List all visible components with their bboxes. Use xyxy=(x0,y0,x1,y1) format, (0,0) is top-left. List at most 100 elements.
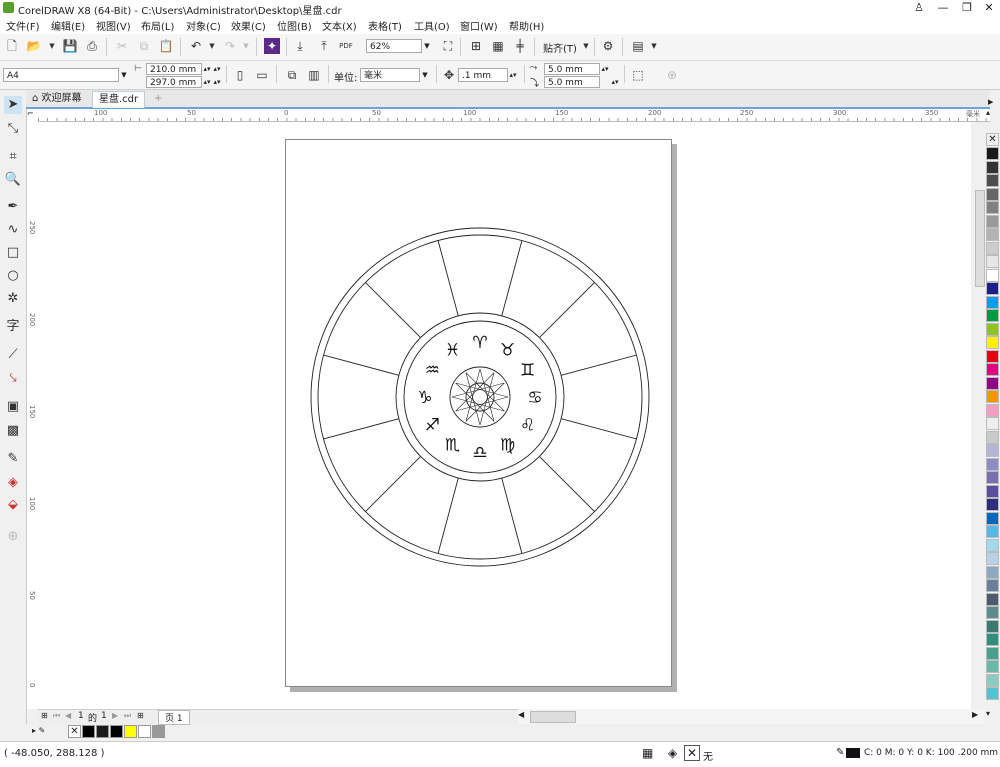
add-page-before-icon[interactable]: ⊞ xyxy=(41,711,48,720)
full-screen-icon[interactable]: ⛶ xyxy=(440,38,456,54)
tab-scroll-icon[interactable]: ▶ xyxy=(988,98,993,106)
palette-swatch[interactable] xyxy=(986,660,999,673)
height-spinner-2[interactable]: ▴▾ xyxy=(212,76,222,88)
add-page-after-icon[interactable]: ⊞ xyxy=(137,711,144,720)
show-rulers-icon[interactable]: ⊞ xyxy=(468,38,484,54)
rectangle-tool-icon[interactable]: □ xyxy=(4,244,22,262)
print-icon[interactable]: ⎙ xyxy=(84,38,100,54)
palette-swatch[interactable] xyxy=(986,538,999,552)
duplicate-y-spinner[interactable]: ▴▾ xyxy=(610,76,620,88)
menu-edit[interactable]: 编辑(E) xyxy=(51,18,85,33)
menu-bitmap[interactable]: 位图(B) xyxy=(277,18,312,33)
quick-customize-icon[interactable]: ⊕ xyxy=(4,528,22,546)
ellipse-tool-icon[interactable]: ○ xyxy=(4,267,22,285)
palette-swatch[interactable] xyxy=(986,579,999,592)
palette-swatch[interactable] xyxy=(986,565,999,579)
palette-swatch[interactable] xyxy=(986,592,999,606)
zoom-tool-icon[interactable]: 🔍 xyxy=(4,171,22,189)
freehand-tool-icon[interactable]: ✒ xyxy=(4,198,22,216)
minimize-button[interactable]: — xyxy=(932,0,954,16)
publish-pdf-icon[interactable]: PDF xyxy=(338,38,354,54)
doc-palette-swatch[interactable] xyxy=(138,725,151,738)
palette-swatch[interactable] xyxy=(986,282,999,295)
horizontal-scroll-thumb[interactable] xyxy=(530,711,576,723)
duplicate-y-field[interactable]: 5.0 mm xyxy=(544,76,600,88)
palette-swatch[interactable] xyxy=(986,457,999,471)
ruler-origin[interactable]: ⌐ xyxy=(27,109,38,121)
doc-palette-swatch[interactable] xyxy=(110,725,123,738)
nudge-spinner[interactable]: ▴▾ xyxy=(508,68,518,82)
doc-no-color-swatch[interactable]: ✕ xyxy=(68,725,81,738)
color-proof-icon[interactable]: ▦ xyxy=(642,746,653,760)
new-document-icon[interactable]: 🗋 xyxy=(4,38,20,54)
palette-swatch[interactable] xyxy=(986,417,999,430)
import-icon[interactable]: ⤓ xyxy=(292,38,308,54)
palette-swatch[interactable] xyxy=(986,228,999,241)
artistic-media-tool-icon[interactable]: ∿ xyxy=(4,221,22,239)
search-content-icon[interactable]: ✦ xyxy=(264,38,280,54)
palette-swatch[interactable] xyxy=(986,160,999,174)
palette-swatch[interactable] xyxy=(986,552,999,565)
palette-swatch[interactable] xyxy=(986,606,999,619)
menu-layout[interactable]: 布局(L) xyxy=(141,18,174,33)
portrait-orientation-icon[interactable]: ▯ xyxy=(232,67,248,83)
menu-tools[interactable]: 工具(O) xyxy=(414,18,450,33)
width-spinner[interactable]: ▴▾ xyxy=(202,63,212,75)
zoom-dropdown-icon[interactable]: ▼ xyxy=(422,39,432,53)
redo-dropdown-icon[interactable]: ▼ xyxy=(238,38,254,54)
scroll-left-icon[interactable]: ◀ xyxy=(518,710,524,719)
landscape-orientation-icon[interactable]: ▭ xyxy=(254,67,270,83)
paste-icon[interactable]: 📋 xyxy=(158,38,174,54)
units-dropdown-icon[interactable]: ▼ xyxy=(420,68,430,82)
palette-swatch[interactable] xyxy=(986,174,999,187)
palette-swatch[interactable] xyxy=(986,268,999,282)
palette-swatch[interactable] xyxy=(986,525,999,538)
menu-window[interactable]: 窗口(W) xyxy=(460,18,498,33)
show-guidelines-icon[interactable]: ╪ xyxy=(512,38,528,54)
palette-swatch[interactable] xyxy=(986,498,999,511)
page-tab[interactable]: 页 1 xyxy=(158,710,190,725)
page-height-field[interactable]: 297.0 mm xyxy=(146,76,202,88)
page-size-select[interactable]: A4 xyxy=(3,68,119,82)
first-page-icon[interactable]: ⏮ xyxy=(53,711,60,721)
redo-icon[interactable]: ↷ xyxy=(222,38,238,54)
doc-palette-swatch[interactable] xyxy=(96,725,109,738)
doc-palette-swatch[interactable] xyxy=(124,725,137,738)
units-select[interactable]: 毫米 xyxy=(360,68,420,82)
menu-view[interactable]: 视图(V) xyxy=(96,18,131,33)
menu-table[interactable]: 表格(T) xyxy=(368,18,402,33)
tab-welcome-screen[interactable]: ⌂ 欢迎屏幕 xyxy=(26,91,88,107)
width-spinner-2[interactable]: ▴▾ xyxy=(212,63,222,75)
palette-swatch[interactable] xyxy=(986,444,999,457)
duplicate-x-field[interactable]: 5.0 mm xyxy=(544,63,600,75)
shape-tool-icon[interactable]: ⤡ xyxy=(4,120,22,138)
doc-palette-menu-icon[interactable]: ▸ ✎ xyxy=(32,726,45,735)
menu-file[interactable]: 文件(F) xyxy=(6,18,40,33)
transparency-tool-icon[interactable]: ▩ xyxy=(4,422,22,440)
tab-document[interactable]: 星盘.cdr xyxy=(92,91,146,108)
astrolabe-drawing[interactable]: ♈ ♉♊ ♋ ♌♍ ♎ ♏♐ ♑ ♒♓ xyxy=(286,140,671,686)
undo-icon[interactable]: ↶ xyxy=(188,38,204,54)
open-icon[interactable]: 📂 xyxy=(26,38,42,54)
palette-swatch[interactable] xyxy=(986,201,999,214)
palette-swatch[interactable] xyxy=(986,619,999,633)
palette-swatch[interactable] xyxy=(986,322,999,336)
close-button[interactable]: ✕ xyxy=(978,0,1000,16)
height-spinner[interactable]: ▴▾ xyxy=(202,76,212,88)
palette-swatch[interactable] xyxy=(986,255,999,268)
treat-as-filled-icon[interactable]: ⬚ xyxy=(630,67,646,83)
current-page-number[interactable]: 1 xyxy=(78,711,84,721)
no-fill-swatch-icon[interactable]: ✕ xyxy=(684,745,700,761)
export-icon[interactable]: ⤒ xyxy=(316,38,332,54)
palette-swatch[interactable] xyxy=(986,633,999,646)
palette-swatch[interactable] xyxy=(986,376,999,390)
open-dropdown-icon[interactable]: ▼ xyxy=(44,38,60,54)
palette-swatch[interactable] xyxy=(986,511,999,525)
palette-scroll-down-icon[interactable]: ▾ xyxy=(986,709,1000,719)
save-icon[interactable]: 💾 xyxy=(62,38,78,54)
parallel-dimension-tool-icon[interactable]: ⟋ xyxy=(4,346,22,364)
palette-swatch[interactable] xyxy=(986,336,999,349)
palette-swatch[interactable] xyxy=(986,147,999,160)
menu-text[interactable]: 文本(X) xyxy=(322,18,357,33)
interactive-fill-tool-icon[interactable]: ◈ xyxy=(4,474,22,492)
